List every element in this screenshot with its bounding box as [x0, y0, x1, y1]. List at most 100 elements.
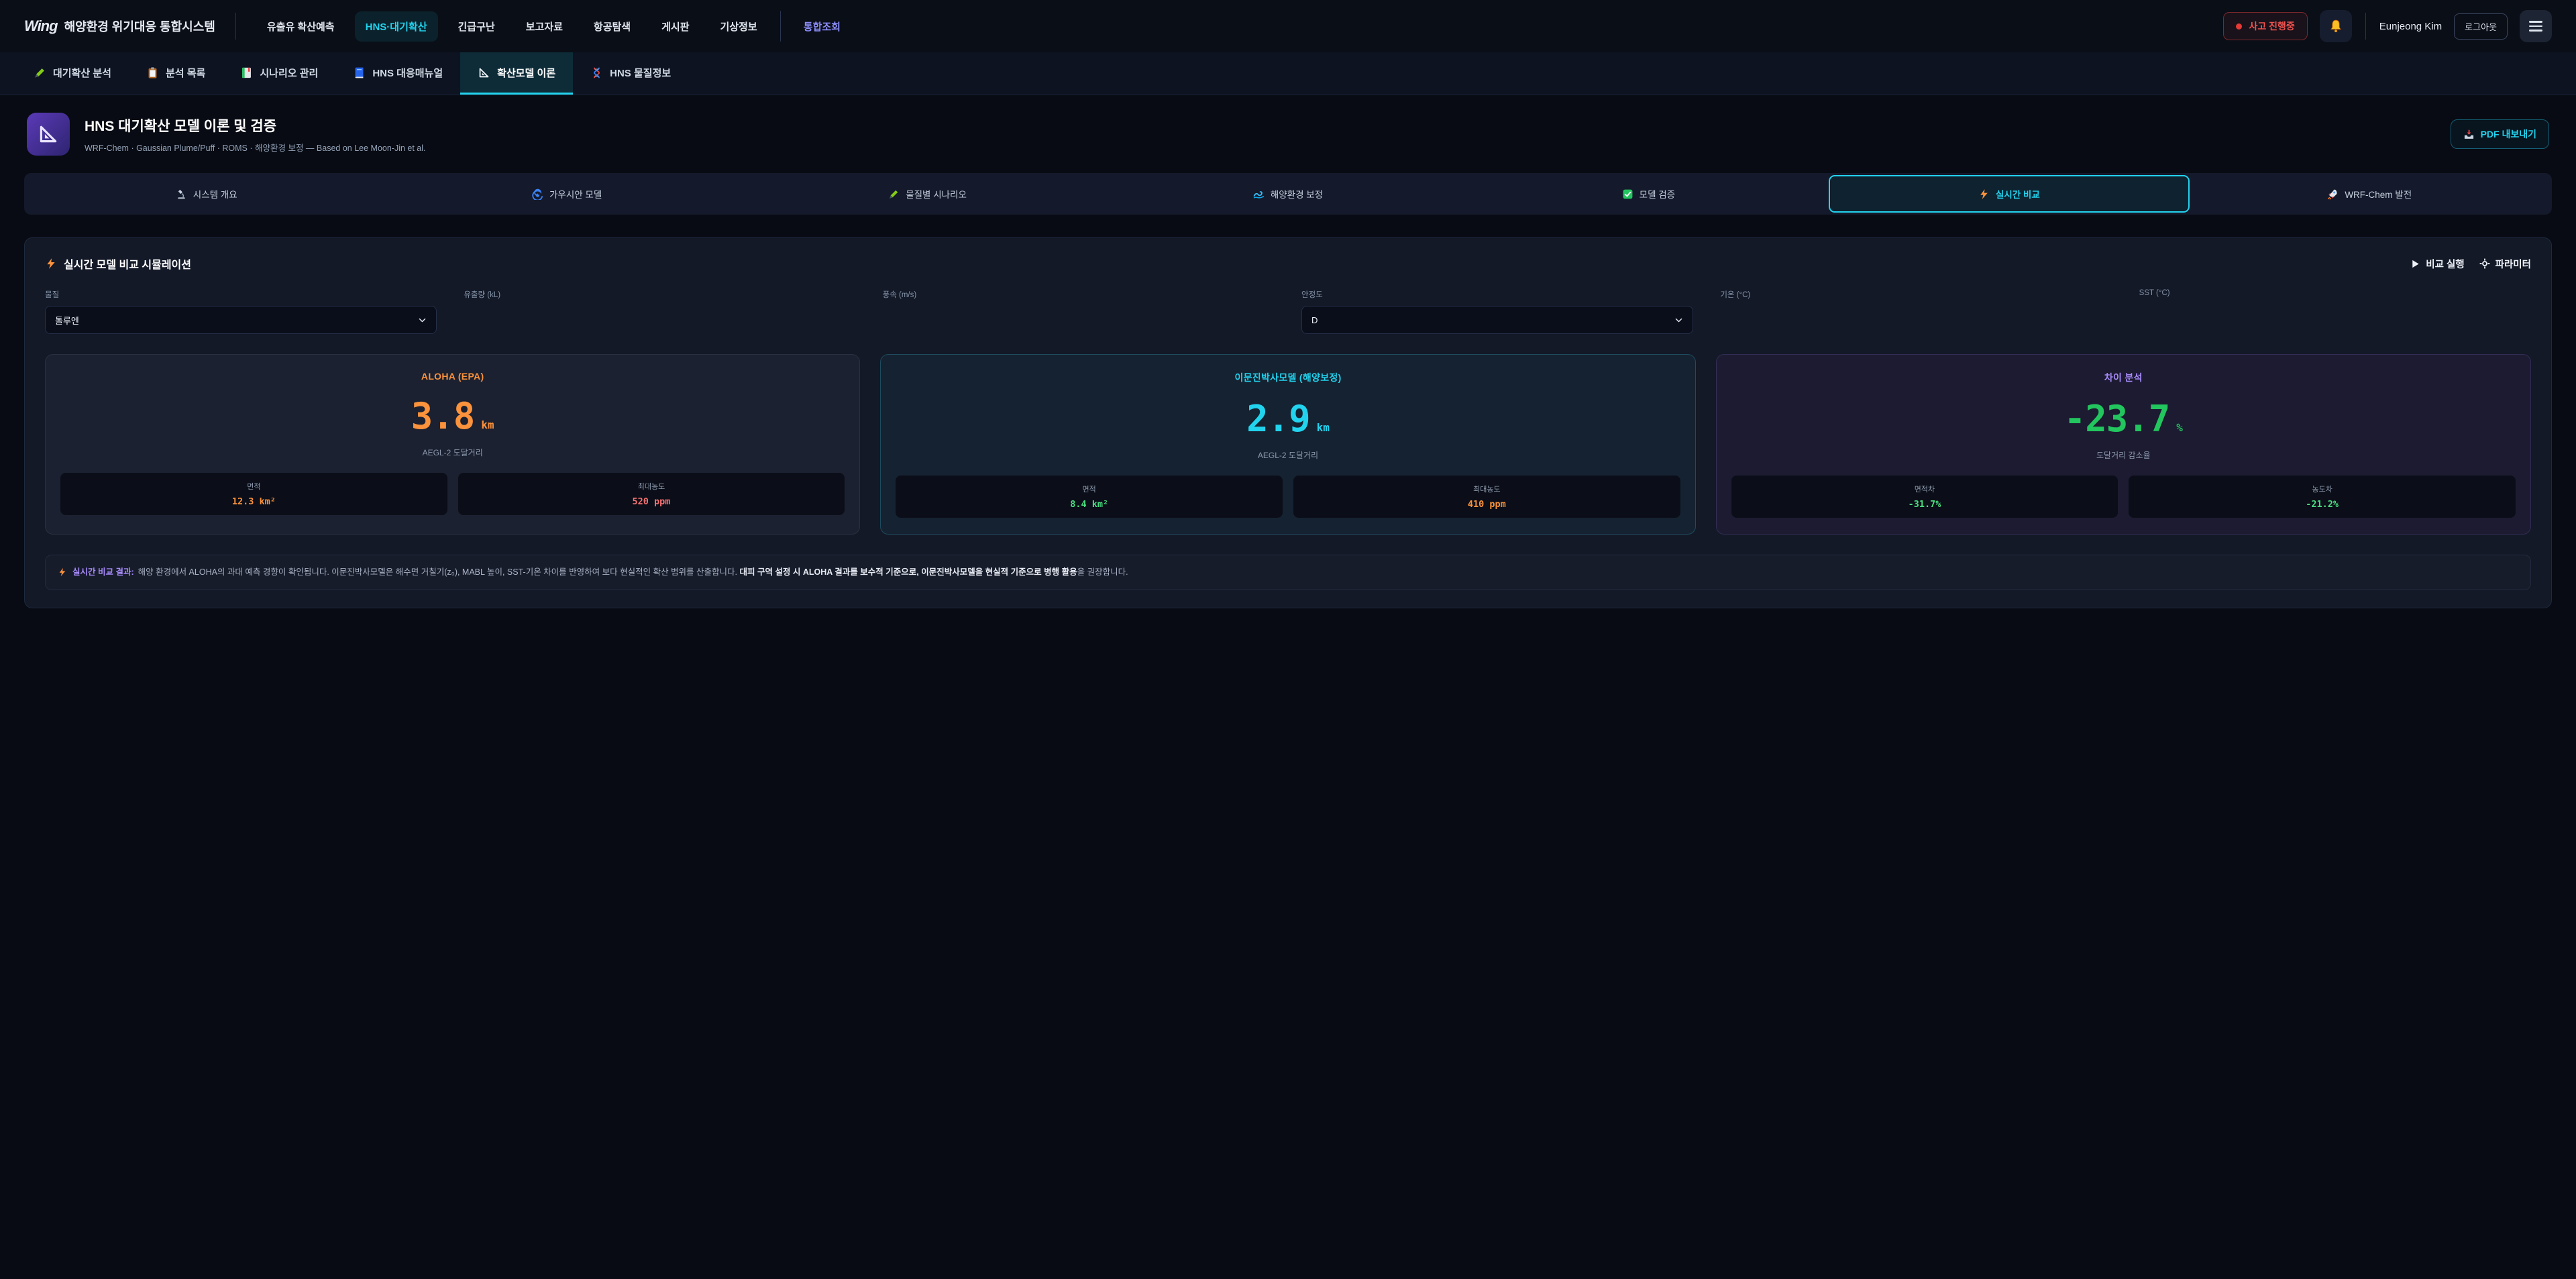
field-spill-volume: 유출량 (kL): [464, 289, 855, 334]
lightning-icon: [45, 258, 57, 270]
section-tab-wrf-chem[interactable]: WRF-Chem 발전: [2190, 175, 2550, 213]
divider: [235, 13, 236, 40]
top-navbar: Wing 해양환경 위기대응 통합시스템 유출유 확산예측 HNS·대기확산 긴…: [0, 0, 2576, 52]
note-tail: 을 권장합니다.: [1077, 567, 1128, 577]
substance-select[interactable]: 톨루엔: [45, 306, 437, 334]
field-wind-speed: 풍속 (m/s): [883, 289, 1275, 334]
hamburger-menu-icon: [2529, 21, 2542, 32]
subtab-hns-manual[interactable]: HNS 대응매뉴얼: [335, 52, 460, 95]
set-square-icon: [478, 66, 490, 79]
panel-title: 실시간 모델 비교 시뮬레이션: [45, 256, 2410, 272]
section-tab-marine-correction[interactable]: 해양환경 보정: [1108, 175, 1468, 213]
card-stats: 면적 8.4 km² 최대농도 410 ppm: [896, 476, 1680, 518]
field-air-temp: 기온 (°C): [1720, 289, 2112, 334]
section-tab-gaussian-model[interactable]: 가우시안 모델: [386, 175, 747, 213]
wing-logo-icon: Wing: [24, 17, 58, 35]
realtime-comparison-panel: 실시간 모델 비교 시뮬레이션 비교 실행: [24, 237, 2552, 608]
section-tab-substance-scenarios[interactable]: 물질별 시나리오: [747, 175, 1108, 213]
simulation-form: 물질 톨루엔 유출량 (kL) 풍속 (m/s) 안정도 D: [45, 289, 2531, 334]
clipboard-icon: [146, 66, 159, 79]
microscope-icon: [176, 188, 187, 200]
app-title: 해양환경 위기대응 통합시스템: [64, 17, 215, 35]
card-value: 3.8 km: [60, 395, 845, 437]
stat-max-concentration: 최대농도 410 ppm: [1293, 476, 1680, 518]
subtab-scenario-management[interactable]: 시나리오 관리: [223, 52, 335, 95]
page-title: HNS 대기확산 모델 이론 및 검증: [85, 115, 2451, 135]
logout-button[interactable]: 로그아웃: [2454, 13, 2508, 40]
panel-actions: 비교 실행 파라미터: [2410, 257, 2531, 271]
stability-select[interactable]: D: [1301, 306, 1693, 334]
nav-item-reports[interactable]: 보고자료: [515, 11, 574, 42]
lightning-icon: [58, 567, 67, 577]
card-caption: AEGL-2 도달거리: [60, 447, 845, 458]
bookmark-tabs-icon: [240, 66, 253, 79]
menu-button[interactable]: [2520, 10, 2552, 42]
run-comparison-button[interactable]: 비교 실행: [2410, 257, 2464, 271]
set-square-icon: [37, 123, 60, 146]
nav-item-air-search[interactable]: 항공탐색: [583, 11, 641, 42]
pdf-export-button[interactable]: PDF 내보내기: [2451, 119, 2549, 149]
stat-area: 면적 8.4 km²: [896, 476, 1283, 518]
difference-analysis-card: 차이 분석 -23.7 % 도달거리 감소율 면적차 -31.7% 농도차 -2…: [1716, 354, 2531, 535]
chevron-down-icon: [418, 316, 427, 325]
check-icon: [1622, 188, 1633, 200]
note-bold-text: 대피 구역 설정 시 ALOHA 결과를 보수적 기준으로, 이문진박사모델을 …: [739, 567, 1077, 577]
divider: [2365, 13, 2366, 40]
page-subtitle: WRF-Chem · Gaussian Plume/Puff · ROMS · …: [85, 141, 2451, 154]
nav-item-hns-dispersion[interactable]: HNS·대기확산: [355, 11, 438, 42]
inbox-tray-icon: [2463, 129, 2475, 140]
stat-max-concentration: 최대농도 520 ppm: [458, 473, 845, 515]
incident-status-label: 사고 진행중: [2249, 19, 2294, 33]
page-header: HNS 대기확산 모델 이론 및 검증 WRF-Chem · Gaussian …: [0, 95, 2576, 169]
app-root: Wing 해양환경 위기대응 통합시스템 유출유 확산예측 HNS·대기확산 긴…: [0, 0, 2576, 1279]
card-stats: 면적 12.3 km² 최대농도 520 ppm: [60, 473, 845, 515]
section-tabbar: 시스템 개요 가우시안 모델 물질별 시나리오 해양환경 보정: [24, 173, 2552, 215]
subtab-hns-substance-info[interactable]: HNS 물질정보: [573, 52, 688, 95]
app-logo[interactable]: Wing 해양환경 위기대응 통합시스템: [24, 17, 215, 35]
rocket-icon: [2327, 188, 2339, 200]
cyclone-icon: [532, 188, 543, 200]
status-dot-icon: [2236, 23, 2242, 30]
gear-icon: [2479, 258, 2490, 269]
top-right-cluster: 사고 진행중 Eunjeong Kim 로그아웃: [2223, 10, 2552, 42]
nav-item-board[interactable]: 게시판: [651, 11, 700, 42]
subtab-diffusion-model-theory[interactable]: 확산모델 이론: [460, 52, 573, 95]
subtab-dispersion-analysis[interactable]: 대기확산 분석: [16, 52, 129, 95]
wave-icon: [1253, 188, 1265, 200]
wind-speed-input[interactable]: [883, 306, 1275, 334]
aloha-result-card: ALOHA (EPA) 3.8 km AEGL-2 도달거리 면적 12.3 k…: [45, 354, 860, 535]
subtab-analysis-list[interactable]: 분석 목록: [129, 52, 223, 95]
result-cards: ALOHA (EPA) 3.8 km AEGL-2 도달거리 면적 12.3 k…: [45, 354, 2531, 535]
nav-item-rescue[interactable]: 긴급구난: [447, 11, 506, 42]
notifications-button[interactable]: [2320, 10, 2352, 42]
field-stability: 안정도 D: [1301, 289, 1693, 334]
user-name: Eunjeong Kim: [2379, 21, 2442, 32]
stat-concentration-difference: 농도차 -21.2%: [2129, 476, 2516, 518]
field-substance: 물질 톨루엔: [45, 289, 437, 334]
card-title: ALOHA (EPA): [60, 371, 845, 382]
nav-item-weather[interactable]: 기상정보: [710, 11, 768, 42]
pen-icon: [888, 188, 900, 200]
sst-input[interactable]: [2139, 303, 2531, 331]
section-tab-system-overview[interactable]: 시스템 개요: [26, 175, 386, 213]
bell-icon: [2328, 19, 2343, 34]
nav-item-integrated-search[interactable]: 통합조회: [793, 11, 851, 42]
pen-icon: [34, 66, 46, 79]
parameters-button[interactable]: 파라미터: [2479, 257, 2531, 271]
card-value: 2.9 km: [896, 398, 1680, 440]
stat-area-difference: 면적차 -31.7%: [1731, 476, 2118, 518]
section-tab-model-validation[interactable]: 모델 검증: [1468, 175, 1829, 213]
air-temp-input[interactable]: [1720, 306, 2112, 334]
incident-status-badge[interactable]: 사고 진행중: [2223, 12, 2307, 40]
dna-icon: [590, 66, 603, 79]
sub-navbar: 대기확산 분석 분석 목록 시나리오 관리 HNS 대응매: [0, 52, 2576, 95]
card-value: -23.7 %: [1731, 398, 2516, 440]
nav-item-oil-spill[interactable]: 유출유 확산예측: [256, 11, 345, 42]
section-tab-realtime-comparison[interactable]: 실시간 비교: [1829, 175, 2189, 213]
note-badge: 실시간 비교 결과:: [72, 567, 134, 577]
play-icon: [2410, 259, 2420, 269]
spill-volume-input[interactable]: [464, 306, 855, 334]
field-sst: SST (°C): [2139, 289, 2531, 334]
chevron-down-icon: [1674, 316, 1683, 325]
blue-book-icon: [353, 66, 366, 79]
